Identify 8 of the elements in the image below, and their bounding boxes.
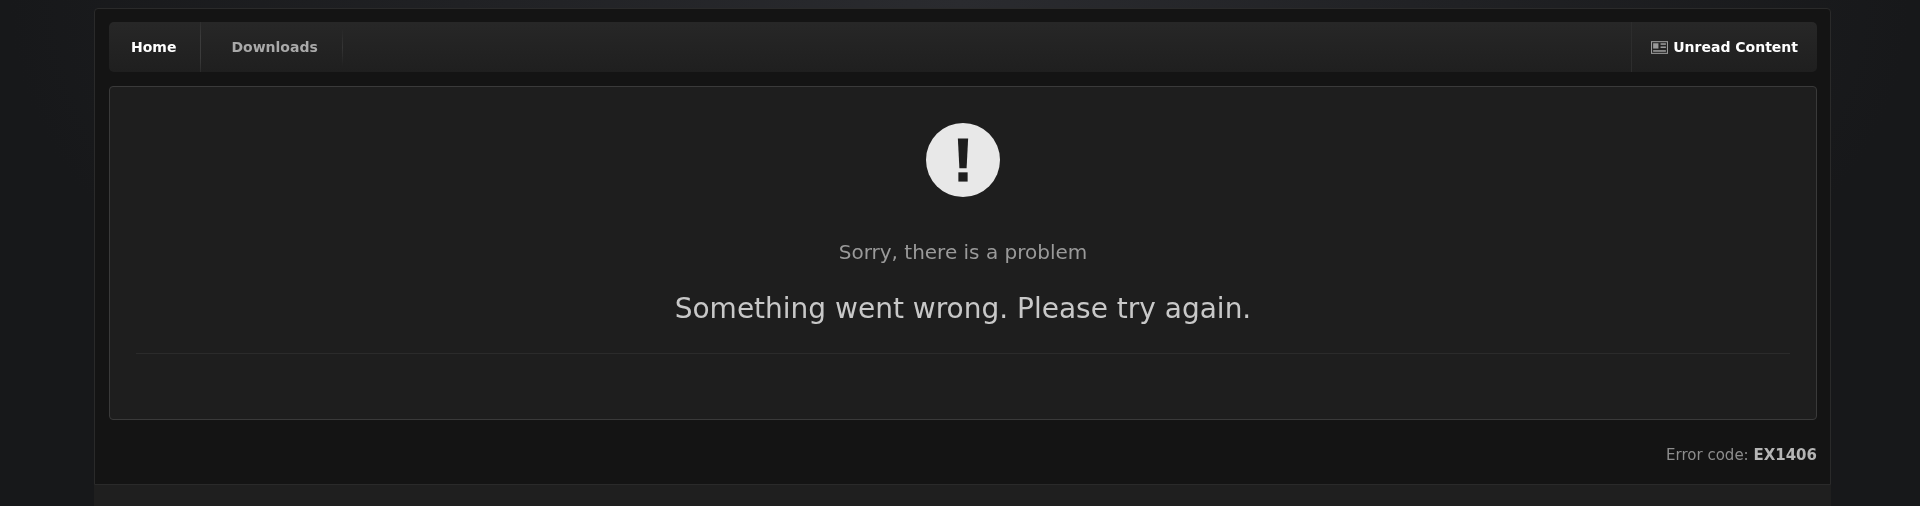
unread-content-link[interactable]: Unread Content bbox=[1631, 22, 1817, 72]
newspaper-icon bbox=[1651, 40, 1669, 54]
exclamation-icon bbox=[926, 123, 1000, 197]
error-message: Something went wrong. Please try again. bbox=[674, 292, 1252, 325]
breadcrumb-item[interactable]: Home bbox=[109, 22, 202, 72]
error-title: Sorry, there is a problem bbox=[838, 240, 1088, 264]
breadcrumb-item[interactable]: Downloads bbox=[201, 22, 343, 72]
error-code: Error code: EX1406 bbox=[1666, 446, 1817, 464]
